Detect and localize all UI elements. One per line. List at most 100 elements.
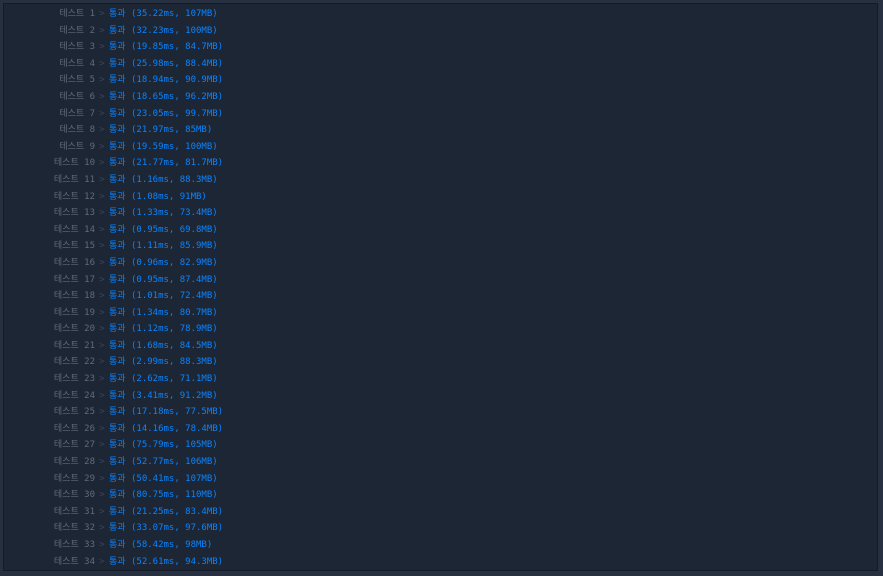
test-case-label: 테스트 2 (59, 25, 95, 36)
test-result-row: 테스트 14 > 통과 (0.95ms, 69.8MB) (4, 222, 877, 239)
test-result-row: 테스트 5 > 통과 (18.94ms, 90.9MB) (4, 72, 877, 89)
row-separator: > (99, 374, 105, 385)
test-case-label: 테스트 8 (59, 125, 95, 136)
row-separator: > (99, 473, 105, 484)
test-case-result: 통과 (23.05ms, 99.7MB) (109, 108, 224, 119)
row-separator: > (99, 523, 105, 534)
test-case-result: 통과 (25.98ms, 88.4MB) (109, 58, 224, 69)
test-case-label: 테스트 15 (53, 241, 95, 252)
test-result-row: 테스트 27 > 통과 (75.79ms, 105MB) (4, 437, 877, 454)
row-separator: > (99, 191, 105, 202)
test-result-row: 테스트 31 > 통과 (21.25ms, 83.4MB) (4, 504, 877, 521)
test-case-label: 테스트 30 (53, 490, 95, 501)
test-case-label: 테스트 23 (53, 374, 95, 385)
test-case-result: 통과 (50.41ms, 107MB) (109, 473, 218, 484)
test-result-row: 테스트 3 > 통과 (19.85ms, 84.7MB) (4, 39, 877, 56)
test-case-result: 통과 (14.16ms, 78.4MB) (109, 423, 224, 434)
test-case-result: 통과 (1.01ms, 72.4MB) (109, 291, 218, 302)
test-case-result: 통과 (0.95ms, 87.4MB) (109, 274, 218, 285)
test-result-row: 테스트 2 > 통과 (32.23ms, 100MB) (4, 23, 877, 40)
row-separator: > (99, 75, 105, 86)
test-case-label: 테스트 7 (59, 108, 95, 119)
row-separator: > (99, 307, 105, 318)
row-separator: > (99, 208, 105, 219)
test-case-label: 테스트 3 (59, 42, 95, 53)
test-case-result: 통과 (19.85ms, 84.7MB) (109, 42, 224, 53)
test-case-label: 테스트 6 (59, 91, 95, 102)
row-separator: > (99, 357, 105, 368)
test-result-row: 테스트 7 > 통과 (23.05ms, 99.7MB) (4, 106, 877, 123)
test-case-result: 통과 (32.23ms, 100MB) (109, 25, 218, 36)
row-separator: > (99, 490, 105, 501)
test-case-result: 통과 (21.97ms, 85MB) (109, 125, 213, 136)
test-case-label: 테스트 10 (53, 158, 95, 169)
test-case-label: 테스트 12 (53, 191, 95, 202)
row-separator: > (99, 224, 105, 235)
test-case-label: 테스트 27 (53, 440, 95, 451)
row-separator: > (99, 9, 105, 19)
test-case-label: 테스트 5 (59, 75, 95, 86)
test-case-result: 통과 (80.75ms, 110MB) (109, 490, 218, 501)
test-case-result: 통과 (1.11ms, 85.9MB) (109, 241, 218, 252)
test-case-result: 통과 (1.34ms, 80.7MB) (109, 307, 218, 318)
test-case-label: 테스트 9 (59, 141, 95, 152)
test-case-label: 테스트 13 (53, 208, 95, 219)
test-result-row: 테스트 11 > 통과 (1.16ms, 88.3MB) (4, 172, 877, 189)
row-separator: > (99, 324, 105, 335)
test-result-row: 테스트 19 > 통과 (1.34ms, 80.7MB) (4, 305, 877, 322)
test-case-label: 테스트 17 (53, 274, 95, 285)
test-case-result: 통과 (35.22ms, 107MB) (109, 9, 218, 19)
test-result-row: 테스트 26 > 통과 (14.16ms, 78.4MB) (4, 421, 877, 438)
test-case-result: 통과 (2.62ms, 71.1MB) (109, 374, 218, 385)
row-separator: > (99, 506, 105, 517)
test-case-result: 통과 (21.77ms, 81.7MB) (109, 158, 224, 169)
row-separator: > (99, 257, 105, 268)
test-case-result: 통과 (75.79ms, 105MB) (109, 440, 218, 451)
row-separator: > (99, 291, 105, 302)
test-case-result: 통과 (0.96ms, 82.9MB) (109, 257, 218, 268)
row-separator: > (99, 58, 105, 69)
test-result-row: 테스트 18 > 통과 (1.01ms, 72.4MB) (4, 288, 877, 305)
test-result-row: 테스트 33 > 통과 (58.42ms, 98MB) (4, 537, 877, 554)
test-result-row: 테스트 6 > 통과 (18.65ms, 96.2MB) (4, 89, 877, 106)
test-result-row: 테스트 22 > 통과 (2.99ms, 88.3MB) (4, 354, 877, 371)
test-case-label: 테스트 14 (53, 224, 95, 235)
test-case-label: 테스트 24 (53, 390, 95, 401)
test-result-row: 테스트 12 > 통과 (1.08ms, 91MB) (4, 189, 877, 206)
test-case-label: 테스트 21 (53, 340, 95, 351)
test-result-row: 테스트 10 > 통과 (21.77ms, 81.7MB) (4, 155, 877, 172)
test-case-result: 통과 (52.77ms, 106MB) (109, 457, 218, 468)
test-case-result: 통과 (0.95ms, 69.8MB) (109, 224, 218, 235)
test-case-result: 통과 (1.68ms, 84.5MB) (109, 340, 218, 351)
test-result-row: 테스트 29 > 통과 (50.41ms, 107MB) (4, 471, 877, 488)
test-result-row: 테스트 13 > 통과 (1.33ms, 73.4MB) (4, 205, 877, 222)
test-case-result: 통과 (19.59ms, 100MB) (109, 141, 218, 152)
row-separator: > (99, 390, 105, 401)
test-case-result: 통과 (18.65ms, 96.2MB) (109, 91, 224, 102)
row-separator: > (99, 340, 105, 351)
test-case-label: 테스트 29 (53, 473, 95, 484)
test-case-label: 테스트 33 (53, 540, 95, 550)
test-case-label: 테스트 19 (53, 307, 95, 318)
row-separator: > (99, 108, 105, 119)
row-separator: > (99, 42, 105, 53)
row-separator: > (99, 241, 105, 252)
test-case-label: 테스트 4 (59, 58, 95, 69)
test-result-row: 테스트 4 > 통과 (25.98ms, 88.4MB) (4, 56, 877, 73)
row-separator: > (99, 158, 105, 169)
test-case-label: 테스트 16 (53, 257, 95, 268)
test-result-row: 테스트 32 > 통과 (33.07ms, 97.6MB) (4, 520, 877, 537)
row-separator: > (99, 556, 105, 567)
row-separator: > (99, 423, 105, 434)
test-case-result: 통과 (58.42ms, 98MB) (109, 540, 213, 550)
test-case-label: 테스트 11 (53, 174, 95, 185)
row-separator: > (99, 457, 105, 468)
test-result-row: 테스트 15 > 통과 (1.11ms, 85.9MB) (4, 238, 877, 255)
row-separator: > (99, 25, 105, 36)
test-case-label: 테스트 28 (53, 457, 95, 468)
test-result-row: 테스트 16 > 통과 (0.96ms, 82.9MB) (4, 255, 877, 272)
test-case-result: 통과 (18.94ms, 90.9MB) (109, 75, 224, 86)
test-result-row: 테스트 34 > 통과 (52.61ms, 94.3MB) (4, 554, 877, 570)
row-separator: > (99, 141, 105, 152)
row-separator: > (99, 440, 105, 451)
